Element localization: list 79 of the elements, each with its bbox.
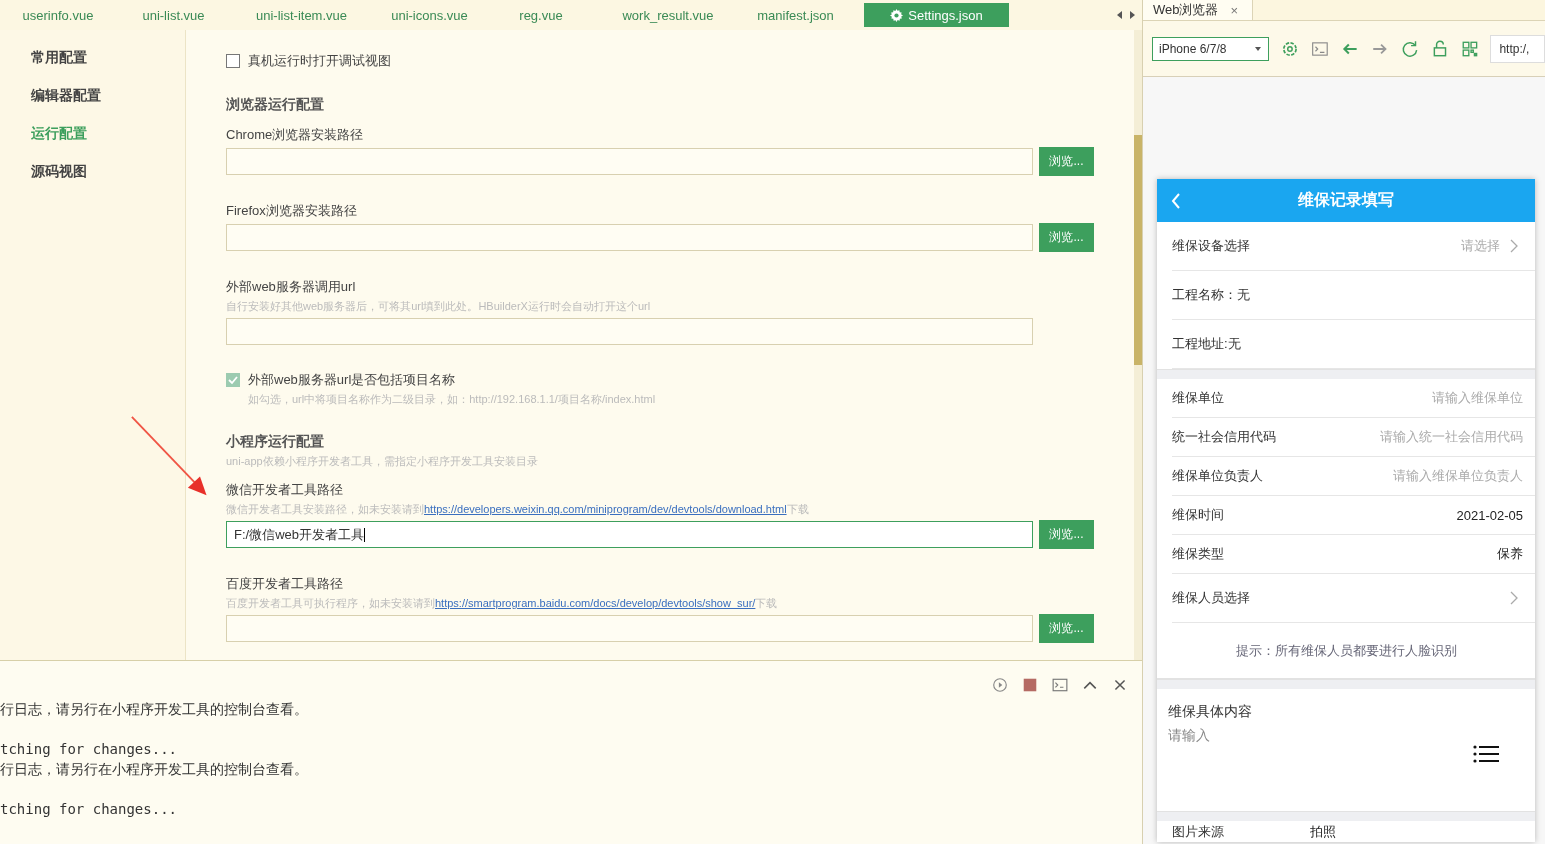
field-label: Chrome浏览器安装路径: [226, 126, 365, 144]
field-label: 百度开发者工具路径: [226, 575, 344, 593]
checkbox-label: 外部web服务器url是否包括项目名称: [248, 371, 456, 389]
tab-title: Web浏览器: [1153, 1, 1219, 19]
list-icon[interactable]: [1473, 745, 1499, 763]
stop-icon[interactable]: [1022, 677, 1038, 693]
content-textarea[interactable]: 请输入: [1168, 727, 1248, 745]
checkbox-label: 真机运行时打开调试视图: [248, 52, 391, 70]
qr-code-icon[interactable]: [1460, 39, 1479, 58]
row-label: 图片来源: [1172, 822, 1225, 841]
checkbox[interactable]: [226, 54, 240, 68]
row-label: 工程名称：无: [1172, 286, 1251, 304]
terminal-icon[interactable]: [1052, 677, 1068, 693]
gear-icon: [890, 8, 904, 22]
browse-button[interactable]: 浏览...: [1039, 223, 1094, 252]
console-line: tching for changes...: [0, 800, 178, 819]
path-field[interactable]: [226, 148, 1033, 175]
reload-icon[interactable]: [1400, 39, 1419, 58]
url-field[interactable]: http:/,: [1490, 34, 1545, 63]
path-field[interactable]: [226, 224, 1033, 251]
browser-tab[interactable]: Web浏览器 ×: [1143, 0, 1254, 20]
download-link[interactable]: https://smartprogram.baidu.com/docs/develop/devtools/show_sur/: [435, 597, 756, 609]
row-label: 统一社会信用代码: [1172, 428, 1277, 446]
input-field[interactable]: 请输入维保单位负责人: [1393, 467, 1523, 485]
row-label: 维保单位负责人: [1172, 467, 1264, 485]
section-heading: 浏览器运行配置: [226, 96, 325, 114]
tab-scroll-arrows-icon[interactable]: [1116, 10, 1136, 20]
terminal-icon[interactable]: [1311, 39, 1329, 58]
sidebar-item[interactable]: 源码视图: [0, 154, 185, 192]
editor-tab[interactable]: manifest.json: [741, 3, 850, 27]
sidebar-item[interactable]: 常用配置: [0, 40, 185, 78]
field-label: 微信开发者工具路径: [226, 481, 344, 499]
path-field[interactable]: [226, 615, 1033, 642]
row-label: 维保人员选择: [1172, 589, 1251, 607]
row-value: 保养: [1497, 545, 1523, 563]
editor-tab[interactable]: uni-list.vue: [116, 3, 231, 27]
field-label: 维保具体内容: [1168, 703, 1253, 721]
console-line: tching for changes...: [0, 740, 178, 759]
field-label: 外部web服务器调用url: [226, 278, 357, 296]
section-heading: 小程序运行配置: [226, 433, 325, 451]
row-label: 维保类型: [1172, 545, 1225, 563]
input-field[interactable]: 请输入维保单位: [1432, 389, 1523, 407]
device-select[interactable]: iPhone 6/7/8: [1152, 36, 1270, 61]
console-line: 行日志，请另行在小程序开发工具的控制台查看。: [0, 700, 309, 719]
scrollbar-thumb[interactable]: [1134, 135, 1142, 365]
sidebar-item[interactable]: 运行配置: [0, 116, 185, 154]
close-icon[interactable]: [1112, 677, 1128, 693]
run-icon[interactable]: [992, 677, 1008, 693]
editor-tab[interactable]: userinfo.vue: [0, 3, 116, 27]
picker-field[interactable]: 请选择: [1461, 237, 1500, 255]
checkbox[interactable]: [226, 373, 240, 387]
row-value: 2021-02-05: [1456, 507, 1523, 523]
chevron-right-icon: [1510, 239, 1518, 253]
console-line: 行日志，请另行在小程序开发工具的控制台查看。: [0, 760, 309, 779]
back-icon[interactable]: [1171, 192, 1181, 210]
path-field[interactable]: [226, 318, 1033, 345]
close-tab-button[interactable]: ×: [1230, 2, 1239, 18]
row-label: 维保设备选择: [1172, 237, 1251, 255]
download-link[interactable]: https://developers.weixin.qq.com/miniprogram/dev/devtools/download.html: [424, 503, 787, 515]
notice-text: 提示：所有维保人员都要进行人脸识别: [1235, 641, 1457, 660]
editor-tab[interactable]: Settings.json: [864, 3, 1009, 27]
sidebar-item[interactable]: 编辑器配置: [0, 78, 185, 116]
caret-icon: [1254, 45, 1263, 52]
row-label: 维保单位: [1172, 389, 1225, 407]
editor-tab[interactable]: reg.vue: [487, 3, 595, 27]
path-field[interactable]: F:/微信web开发者工具: [226, 521, 1033, 548]
row-label: 维保时间: [1172, 506, 1225, 524]
field-label: Firefox浏览器安装路径: [226, 202, 358, 220]
browse-button[interactable]: 浏览...: [1039, 147, 1094, 176]
editor-tab[interactable]: uni-icons.vue: [372, 3, 487, 27]
browse-button[interactable]: 浏览...: [1039, 520, 1094, 549]
row-value: 拍照: [1310, 822, 1337, 841]
editor-tab[interactable]: work_result.vue: [595, 3, 741, 27]
chevron-right-icon: [1510, 591, 1518, 605]
page-title: 维保记录填写: [1298, 190, 1394, 210]
settings-icon[interactable]: [1281, 39, 1300, 58]
row-label: 工程地址:无: [1172, 335, 1242, 353]
browse-button[interactable]: 浏览...: [1039, 614, 1094, 643]
editor-tab[interactable]: uni-list-item.vue: [231, 3, 372, 27]
